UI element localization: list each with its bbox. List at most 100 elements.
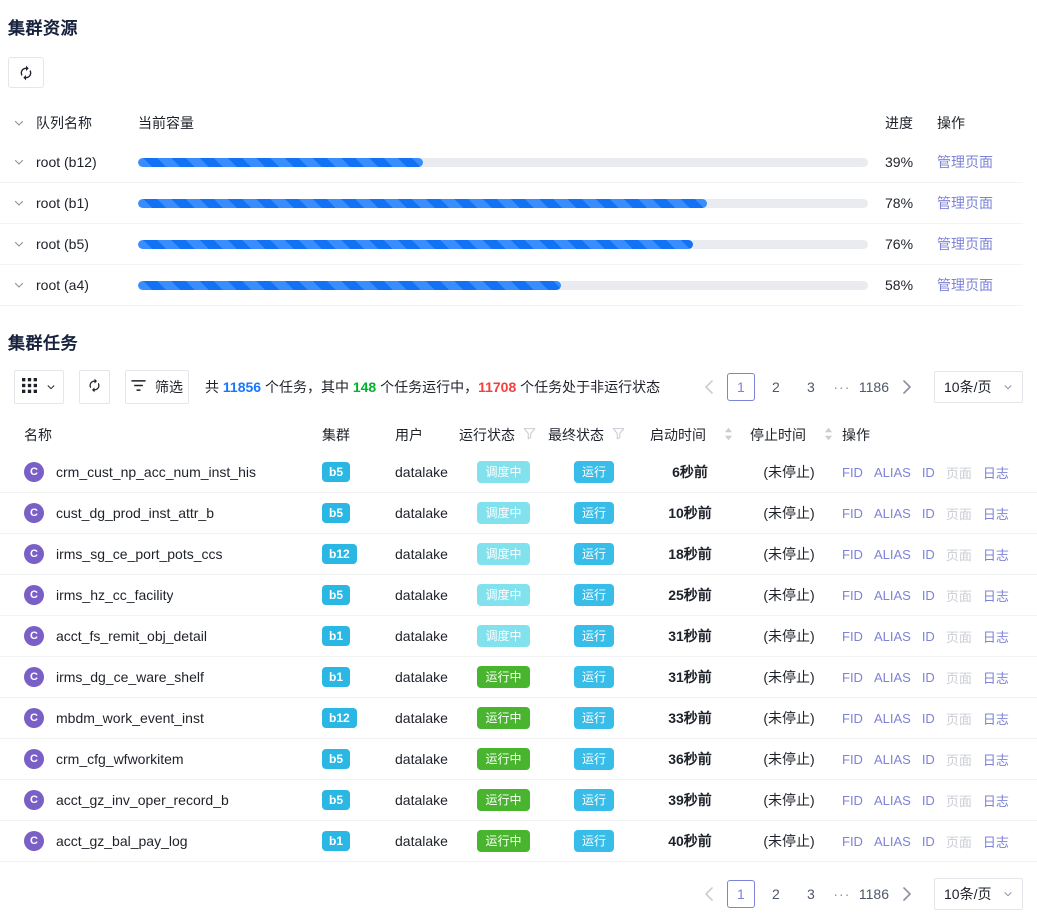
sort-icon[interactable] [724,427,733,444]
alias-link[interactable]: ALIAS [874,670,911,685]
page-number[interactable]: 2 [762,880,790,908]
run-status-badge: 调度中 [477,543,529,565]
manage-page-link[interactable]: 管理页面 [937,195,993,211]
fid-link[interactable]: FID [842,793,863,808]
fid-link[interactable]: FID [842,547,863,562]
log-link[interactable]: 日志 [983,545,1009,564]
capacity-progress-bar [138,240,868,249]
id-link[interactable]: ID [922,711,935,726]
fid-link[interactable]: FID [842,834,863,849]
alias-link[interactable]: ALIAS [874,547,911,562]
id-link[interactable]: ID [922,752,935,767]
fid-link[interactable]: FID [842,711,863,726]
alias-link[interactable]: ALIAS [874,506,911,521]
tasks-refresh-button[interactable] [79,370,110,404]
fid-link[interactable]: FID [842,629,863,644]
page-number[interactable]: 2 [762,373,790,401]
alias-link[interactable]: ALIAS [874,834,911,849]
prev-page-icon[interactable] [698,373,720,401]
expand-all-chevron-down-icon[interactable] [12,116,26,130]
avatar: C [24,790,44,810]
header-run-status: 运行状态 [459,425,515,445]
id-link[interactable]: ID [922,793,935,808]
log-link[interactable]: 日志 [983,504,1009,523]
queue-row: root (b12) 39% 管理页面 [0,142,1023,183]
resources-refresh-button[interactable] [8,57,44,88]
fid-link[interactable]: FID [842,752,863,767]
next-page-icon[interactable] [896,373,918,401]
run-status-badge: 运行中 [477,789,529,811]
chevron-down-icon[interactable] [12,278,26,292]
chevron-down-icon[interactable] [12,196,26,210]
funnel-filter-icon[interactable] [612,427,625,443]
fid-link[interactable]: FID [842,670,863,685]
next-page-icon[interactable] [896,880,918,908]
log-link[interactable]: 日志 [983,709,1009,728]
page-number[interactable]: 3 [797,373,825,401]
log-link[interactable]: 日志 [983,463,1009,482]
header-user: 用户 [395,425,459,445]
alias-link[interactable]: ALIAS [874,793,911,808]
user-name: datalake [395,792,459,808]
page-number-current[interactable]: 1 [727,880,755,908]
run-status-badge: 运行中 [477,830,529,852]
user-name: datalake [395,546,459,562]
log-link[interactable]: 日志 [983,586,1009,605]
fid-link[interactable]: FID [842,506,863,521]
alias-link[interactable]: ALIAS [874,465,911,480]
id-link[interactable]: ID [922,506,935,521]
id-link[interactable]: ID [922,588,935,603]
log-link[interactable]: 日志 [983,791,1009,810]
page-number-current[interactable]: 1 [727,373,755,401]
manage-page-link[interactable]: 管理页面 [937,277,993,293]
log-link[interactable]: 日志 [983,750,1009,769]
capacity-progress-bar [138,281,868,290]
log-link[interactable]: 日志 [983,627,1009,646]
page-link: 页面 [946,750,972,769]
page-number[interactable]: 3 [797,880,825,908]
queue-name: root (b1) [36,195,89,211]
page-size-select[interactable]: 10条/页 [934,371,1023,403]
page-size-select[interactable]: 10条/页 [934,878,1023,910]
user-name: datalake [395,464,459,480]
refresh-icon [18,65,34,81]
page-number-last[interactable]: 1186 [859,373,889,401]
funnel-filter-icon[interactable] [523,427,536,443]
task-name: acct_gz_inv_oper_record_b [56,792,229,808]
id-link[interactable]: ID [922,670,935,685]
run-status-badge: 运行中 [477,707,529,729]
log-link[interactable]: 日志 [983,668,1009,687]
id-link[interactable]: ID [922,465,935,480]
id-link[interactable]: ID [922,629,935,644]
user-name: datalake [395,751,459,767]
fid-link[interactable]: FID [842,465,863,480]
chevron-down-icon[interactable] [12,155,26,169]
manage-page-link[interactable]: 管理页面 [937,154,993,170]
sort-icon[interactable] [824,427,833,444]
tasks-table: 名称 集群 用户 运行状态 最终状态 启动时间 [0,418,1037,862]
task-name: acct_gz_bal_pay_log [56,833,188,849]
alias-link[interactable]: ALIAS [874,752,911,767]
alias-link[interactable]: ALIAS [874,629,911,644]
table-row: C acct_gz_inv_oper_record_b b5 datalake … [0,780,1037,821]
alias-link[interactable]: ALIAS [874,588,911,603]
page-number-last[interactable]: 1186 [859,880,889,908]
filter-button[interactable]: 筛选 [125,370,189,404]
header-actions: 操作 [838,425,1023,445]
page-link: 页面 [946,463,972,482]
manage-page-link[interactable]: 管理页面 [937,236,993,252]
alias-link[interactable]: ALIAS [874,711,911,726]
chevron-down-icon[interactable] [12,237,26,251]
id-link[interactable]: ID [922,834,935,849]
table-row: C irms_hz_cc_facility b5 datalake 调度中 运行… [0,575,1037,616]
progress-percent: 58% [885,277,937,293]
page-ellipsis[interactable]: ··· [832,379,852,395]
filter-icon [131,379,146,395]
id-link[interactable]: ID [922,547,935,562]
prev-page-icon[interactable] [698,880,720,908]
column-settings-button[interactable] [14,370,64,404]
header-progress: 进度 [885,113,937,133]
page-ellipsis[interactable]: ··· [832,886,852,902]
fid-link[interactable]: FID [842,588,863,603]
log-link[interactable]: 日志 [983,832,1009,851]
